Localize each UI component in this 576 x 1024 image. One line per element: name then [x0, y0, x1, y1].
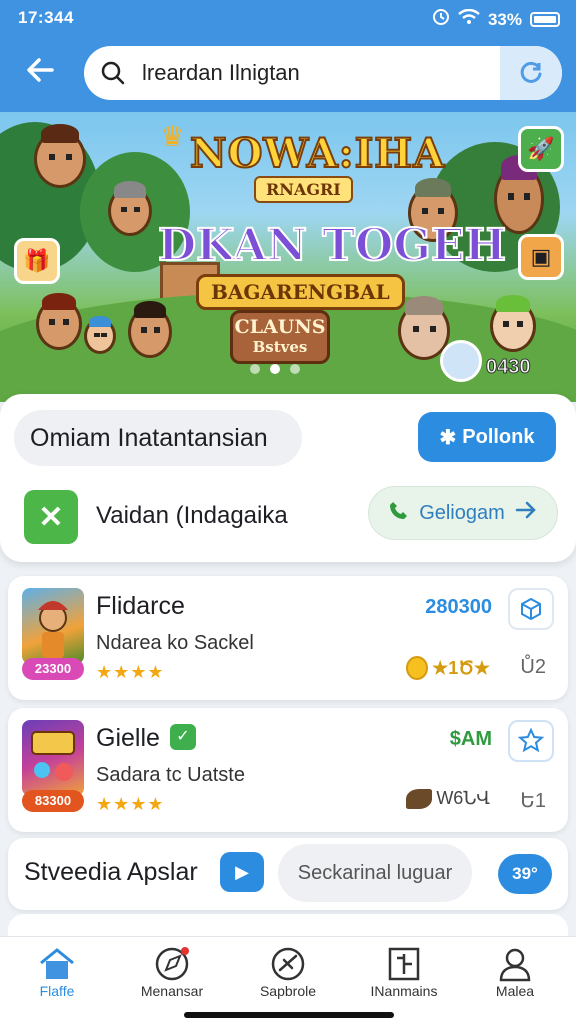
refresh-icon[interactable]	[500, 46, 562, 100]
section-field[interactable]: Seckarinal luguar	[278, 844, 472, 902]
banner-tagline: BAGARENGBAL	[196, 274, 405, 310]
follow-button[interactable]: ✱ Pollonk	[418, 412, 556, 462]
satellite-icon	[233, 945, 343, 983]
app-subtitle: Ndarea ko Sackel	[96, 632, 254, 654]
crown-icon: ♛	[160, 121, 186, 152]
app-rating: ★★★★	[96, 662, 165, 682]
app-meta-text: W6ՆՎ	[436, 788, 490, 808]
nav-label: INanmains	[370, 983, 438, 999]
app-thumbnail	[22, 588, 84, 664]
character-face	[128, 300, 172, 358]
carousel-dot-active[interactable]	[270, 364, 280, 374]
app-meta-secondary: Ů2	[520, 656, 546, 678]
home-icon	[2, 945, 112, 983]
app-name: Flidarce	[96, 592, 185, 620]
section-count-badge[interactable]: 39°	[498, 854, 552, 894]
photo-icon[interactable]: ▣	[518, 234, 564, 280]
app-price: $AM	[449, 728, 492, 750]
character-face	[36, 292, 82, 350]
nav-item-library[interactable]: INanmains	[349, 945, 459, 1009]
character-face	[84, 315, 116, 354]
nav-item-profile[interactable]: Malea	[460, 945, 570, 1009]
call-button[interactable]: Geliogam	[368, 486, 558, 540]
info-panel: Omiam Inatantansian ✱ Pollonk ✕ Vaidan (…	[0, 394, 576, 562]
leaf-icon	[406, 788, 433, 809]
nav-label: Malea	[495, 983, 535, 999]
star-outline-icon[interactable]	[508, 720, 554, 762]
back-arrow-icon[interactable]	[20, 54, 60, 90]
app-subtitle: Sadara tc Uatste	[96, 764, 245, 786]
verified-icon: ✓	[170, 724, 196, 750]
banner-cta-line1: CLAUNS	[234, 316, 326, 338]
bottom-nav: Flaffe Menansar Sapbrole INanmains Malea	[0, 936, 576, 1024]
search-bar[interactable]: lreardan Ilnigtan	[84, 46, 562, 100]
banner-headline: DKAN TOGEH	[157, 219, 507, 272]
search-input[interactable]: lreardan Ilnigtan	[142, 60, 500, 86]
app-tag: 23300	[22, 658, 84, 680]
follow-label: Pollonk	[462, 425, 535, 448]
nav-item-discover[interactable]: Sapbrole	[233, 945, 343, 1009]
banner-cta-line2: Bstves	[252, 338, 308, 356]
gift-icon[interactable]: 🎁	[14, 238, 60, 284]
carousel-dot[interactable]	[290, 364, 300, 374]
carousel-dot[interactable]	[250, 364, 260, 374]
phone-icon	[389, 500, 409, 526]
section-label: Stveedia Apslar	[24, 858, 198, 886]
vendor-label: Vaidan (Indagaika	[96, 502, 288, 529]
status-time: 17:344	[18, 8, 74, 27]
promo-banner[interactable]: 🎁 🚀 ▣ ♛ NOWA:IHA RNAGRI DKAN TOGEH BAGAR…	[0, 112, 576, 402]
app-meta: ★1Ծ★	[406, 656, 490, 680]
character-face	[34, 123, 86, 188]
rocket-icon[interactable]: 🚀	[518, 126, 564, 172]
character-face	[108, 181, 152, 236]
carousel-dots[interactable]	[250, 364, 300, 374]
call-button-label: Geliogam	[419, 501, 505, 524]
status-icons: 33%	[432, 8, 560, 31]
nav-item-home[interactable]: Flaffe	[2, 945, 112, 1009]
banner-counter: 0430	[486, 356, 531, 379]
category-chip[interactable]: Omiam Inatantansian	[14, 410, 302, 466]
coin-icon	[406, 656, 429, 680]
compass-icon	[117, 945, 227, 983]
nav-label: Menansar	[140, 983, 204, 999]
character-face	[490, 294, 536, 352]
app-thumbnail	[22, 720, 84, 796]
status-bar: 17:344 33%	[0, 0, 576, 36]
battery-icon	[530, 12, 560, 27]
section-row: Stveedia Apslar ▶ Seckarinal luguar 39°	[8, 838, 568, 910]
nav-label: Flaffe	[39, 983, 75, 999]
app-name: Gielle	[96, 724, 160, 752]
tools-icon: ✕	[24, 490, 78, 544]
arrow-right-icon	[515, 500, 537, 526]
app-card[interactable]: 83300 Gielle ✓ Sadara tc Uatste ★★★★ $AM…	[8, 708, 568, 832]
banner-title: NOWA:IHA	[189, 129, 446, 178]
app-card[interactable]: 23300 Flidarce Ndarea ko Sackel ★★★★ 280…	[8, 576, 568, 700]
app-meta-text: ★1Ծ★	[432, 657, 490, 678]
cube-icon[interactable]	[508, 588, 554, 630]
profile-icon	[460, 945, 570, 983]
app-meta-secondary: Ե1	[520, 790, 546, 812]
medal-icon	[440, 340, 482, 382]
app-rating: ★★★★	[96, 794, 165, 814]
app-tag: 83300	[22, 790, 84, 812]
search-icon	[84, 46, 142, 100]
battery-percent: 33%	[487, 9, 522, 29]
app-meta: W6ՆՎ	[406, 788, 490, 809]
nav-label: Sapbrole	[259, 983, 317, 999]
banner-cta[interactable]: CLAUNS Bstves	[230, 310, 330, 364]
app-price: 280300	[425, 596, 492, 618]
home-indicator	[184, 1012, 394, 1018]
pin-icon: ✱	[439, 426, 457, 449]
play-icon[interactable]: ▶	[220, 852, 264, 892]
wifi-icon	[458, 8, 480, 30]
document-icon	[349, 945, 459, 983]
banner-subtitle: RNAGRI	[254, 176, 353, 203]
app-header: 17:344 33% lreardan Ilnigtan	[0, 0, 576, 112]
nav-item-explore[interactable]: Menansar	[117, 945, 227, 1009]
alarm-icon	[432, 8, 450, 31]
